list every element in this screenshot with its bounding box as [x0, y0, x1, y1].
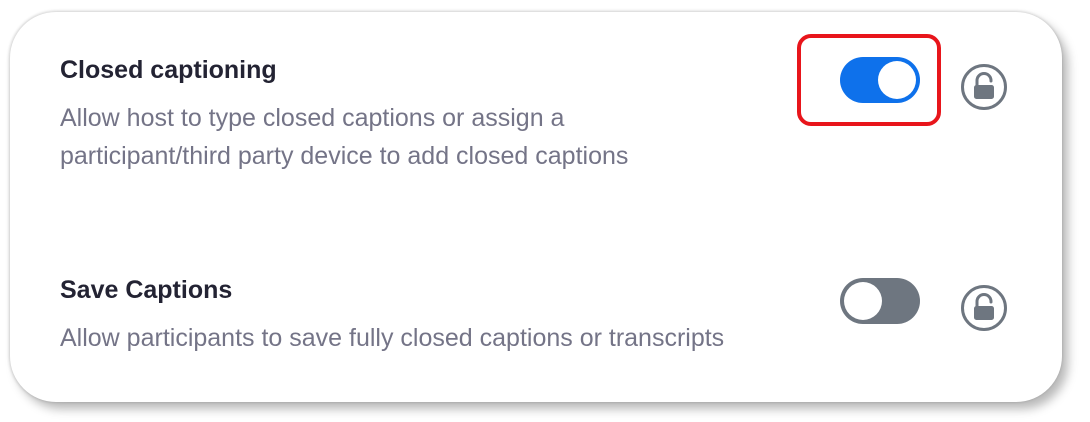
toggle-knob — [878, 61, 916, 99]
save-captions-toggle[interactable] — [840, 278, 920, 324]
setting-description: Allow participants to save fully closed … — [60, 319, 724, 357]
unlocked-padlock-icon[interactable] — [960, 63, 1008, 111]
setting-title: Save Captions — [60, 276, 233, 304]
setting-save-captions: Save Captions Allow participants to save… — [60, 276, 724, 357]
unlocked-padlock-icon[interactable] — [960, 284, 1008, 332]
closed-captioning-toggle[interactable] — [840, 57, 920, 103]
setting-description-line: participant/third party device to add cl… — [60, 142, 629, 170]
setting-description-line: Allow host to type closed captions or as… — [60, 104, 565, 132]
setting-closed-captioning: Closed captioning Allow host to type clo… — [60, 56, 628, 175]
toggle-knob — [844, 282, 882, 320]
setting-description-line: Allow participants to save fully closed … — [60, 324, 725, 352]
settings-card: Closed captioning Allow host to type clo… — [10, 12, 1062, 402]
setting-description: Allow host to type closed captions or as… — [60, 99, 628, 175]
setting-title: Closed captioning — [60, 56, 277, 84]
